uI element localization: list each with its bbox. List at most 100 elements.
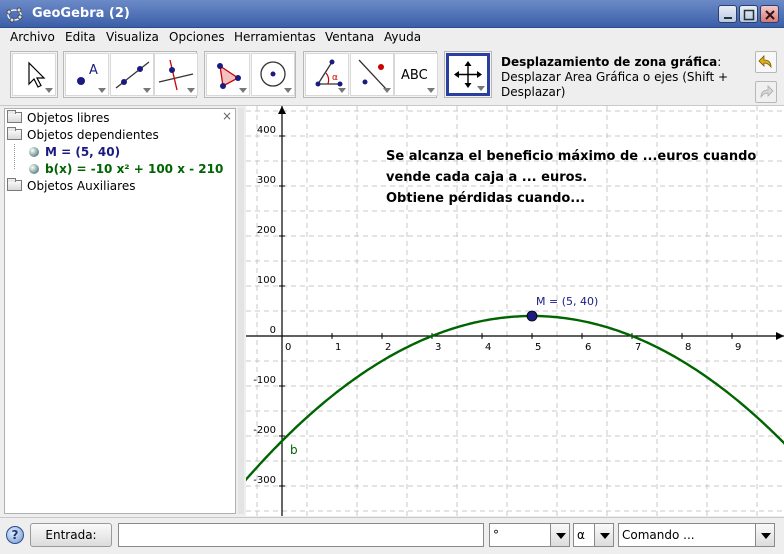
input-bar: ? Entrada: ° α Comando ... bbox=[0, 517, 784, 554]
undo-button[interactable] bbox=[755, 51, 777, 73]
text-tool-label: ABC bbox=[401, 68, 428, 83]
chevron-down-icon bbox=[284, 88, 292, 93]
move-tool[interactable] bbox=[12, 53, 56, 96]
tool-group-shapes bbox=[204, 51, 296, 98]
window-title: GeoGebra (2) bbox=[32, 6, 130, 21]
tool-group-misc: α ABC bbox=[303, 51, 438, 98]
y-tick-label: 100 bbox=[257, 275, 276, 286]
text-tool[interactable]: ABC bbox=[394, 53, 438, 96]
x-axis-arrow-icon bbox=[776, 332, 784, 340]
menu-archivo[interactable]: Archivo bbox=[10, 30, 55, 44]
perpendicular-line-tool[interactable] bbox=[154, 53, 198, 96]
maximize-icon bbox=[743, 9, 755, 21]
x-tick-label: 0 bbox=[285, 342, 291, 353]
x-tick-label: 8 bbox=[685, 342, 691, 353]
chevron-down-icon bbox=[427, 88, 435, 93]
point-M[interactable] bbox=[526, 310, 538, 322]
algebra-view: × Objetos libres Objetos dependientes M … bbox=[4, 108, 236, 514]
geogebra-logo-icon bbox=[6, 7, 23, 23]
point-M-label: M = (5, 40) bbox=[536, 295, 598, 308]
chevron-down-icon[interactable] bbox=[594, 523, 614, 547]
free-objects-folder[interactable]: Objetos libres bbox=[7, 110, 109, 128]
text-line-1: Se alcanza el beneficio máximo de ...eur… bbox=[386, 149, 756, 164]
line-tool[interactable] bbox=[110, 53, 154, 96]
move-graphics-view-tool[interactable] bbox=[446, 53, 490, 96]
dependent-objects-folder[interactable]: Objetos dependientes bbox=[7, 127, 159, 145]
chevron-down-icon bbox=[477, 86, 485, 91]
grid bbox=[246, 106, 784, 516]
svg-text:A: A bbox=[89, 63, 98, 78]
redo-icon bbox=[760, 85, 774, 99]
menu-ayuda[interactable]: Ayuda bbox=[384, 30, 421, 44]
graphics-canvas[interactable]: 0 1 2 3 4 5 6 7 8 9 400 300 200 100 0 -100 -200 -300 b M … bbox=[246, 106, 784, 516]
menu-bar: Archivo Edita Visualiza Opciones Herrami… bbox=[0, 28, 784, 47]
y-tick-label: -200 bbox=[253, 425, 276, 436]
input-label-button[interactable]: Entrada: bbox=[30, 523, 112, 547]
angle-tool[interactable]: α bbox=[305, 53, 349, 96]
y-axis-arrow-icon bbox=[278, 106, 286, 114]
close-icon bbox=[765, 10, 775, 20]
y-tick-label: 300 bbox=[257, 175, 276, 186]
chevron-down-icon bbox=[143, 88, 151, 93]
menu-visualiza[interactable]: Visualiza bbox=[106, 30, 159, 44]
chevron-down-icon bbox=[187, 88, 195, 93]
degree-symbol-dropdown[interactable]: ° bbox=[489, 523, 551, 547]
help-icon[interactable]: ? bbox=[6, 526, 24, 544]
new-point-tool[interactable]: A bbox=[65, 53, 109, 96]
toolbar: A α ABC Desplazamiento de zona gráfica: … bbox=[0, 47, 784, 106]
chevron-down-icon bbox=[98, 88, 106, 93]
y-tick-label: -300 bbox=[253, 475, 276, 486]
menu-ventana[interactable]: Ventana bbox=[325, 30, 374, 44]
graphics-text[interactable]: Se alcanza el beneficio máximo de ...eur… bbox=[386, 149, 756, 206]
x-tick-label: 1 bbox=[335, 342, 341, 353]
curve-label: b bbox=[290, 443, 298, 457]
menu-opciones[interactable]: Opciones bbox=[169, 30, 225, 44]
folder-icon bbox=[7, 110, 22, 123]
folder-icon bbox=[7, 127, 22, 140]
minimize-icon bbox=[724, 17, 732, 19]
minimize-button[interactable] bbox=[718, 5, 737, 23]
visibility-toggle-icon[interactable] bbox=[29, 147, 39, 157]
x-tick-label: 6 bbox=[585, 342, 591, 353]
algebra-item-M[interactable]: M = (5, 40) bbox=[29, 145, 120, 162]
algebra-item-b[interactable]: b(x) = -10 x² + 100 x - 210 bbox=[29, 162, 223, 179]
tool-help-title: Desplazamiento de zona gráfica: bbox=[501, 55, 722, 69]
x-tick-label: 5 bbox=[535, 342, 541, 353]
menu-herramientas[interactable]: Herramientas bbox=[234, 30, 316, 44]
title-bar: GeoGebra (2) bbox=[0, 0, 784, 28]
chevron-down-icon bbox=[338, 88, 346, 93]
circle-tool[interactable] bbox=[251, 53, 295, 96]
x-tick-label: 7 bbox=[635, 342, 641, 353]
polygon-tool[interactable] bbox=[206, 53, 250, 96]
axes bbox=[246, 106, 784, 516]
reflect-tool[interactable] bbox=[350, 53, 394, 96]
y-tick-label: 400 bbox=[257, 125, 276, 136]
chevron-down-icon[interactable] bbox=[550, 523, 570, 547]
function-b-curve[interactable] bbox=[246, 314, 784, 482]
text-line-2: vende cada caja a ... euros. bbox=[386, 170, 587, 185]
input-field[interactable] bbox=[118, 523, 484, 547]
menu-edita[interactable]: Edita bbox=[65, 30, 96, 44]
view-splitter[interactable] bbox=[238, 108, 244, 514]
close-button[interactable] bbox=[760, 5, 779, 23]
undo-icon bbox=[758, 55, 772, 69]
greek-symbol-dropdown[interactable]: α bbox=[573, 523, 595, 547]
x-tick-label: 2 bbox=[385, 342, 391, 353]
auxiliary-objects-folder[interactable]: Objetos Auxiliares bbox=[7, 178, 135, 196]
redo-button[interactable] bbox=[755, 81, 777, 103]
command-dropdown[interactable]: Comando ... bbox=[618, 523, 756, 547]
svg-text:α: α bbox=[332, 73, 338, 83]
x-tick-label: 4 bbox=[485, 342, 491, 353]
text-line-3: Obtiene pérdidas cuando... bbox=[386, 191, 585, 206]
visibility-toggle-icon[interactable] bbox=[29, 164, 39, 174]
y-tick-label: 0 bbox=[270, 325, 276, 336]
y-tick-label: 200 bbox=[257, 225, 276, 236]
tool-group-basic: A bbox=[63, 51, 198, 98]
graphics-view[interactable]: 0 1 2 3 4 5 6 7 8 9 400 300 200 100 0 -100 -200 -300 b M … bbox=[246, 106, 784, 516]
close-algebra-icon[interactable]: × bbox=[222, 109, 232, 123]
folder-icon bbox=[7, 178, 22, 191]
maximize-button[interactable] bbox=[739, 5, 758, 23]
tool-group-view bbox=[444, 51, 492, 98]
chevron-down-icon[interactable] bbox=[755, 523, 775, 547]
x-tick-label: 3 bbox=[435, 342, 441, 353]
